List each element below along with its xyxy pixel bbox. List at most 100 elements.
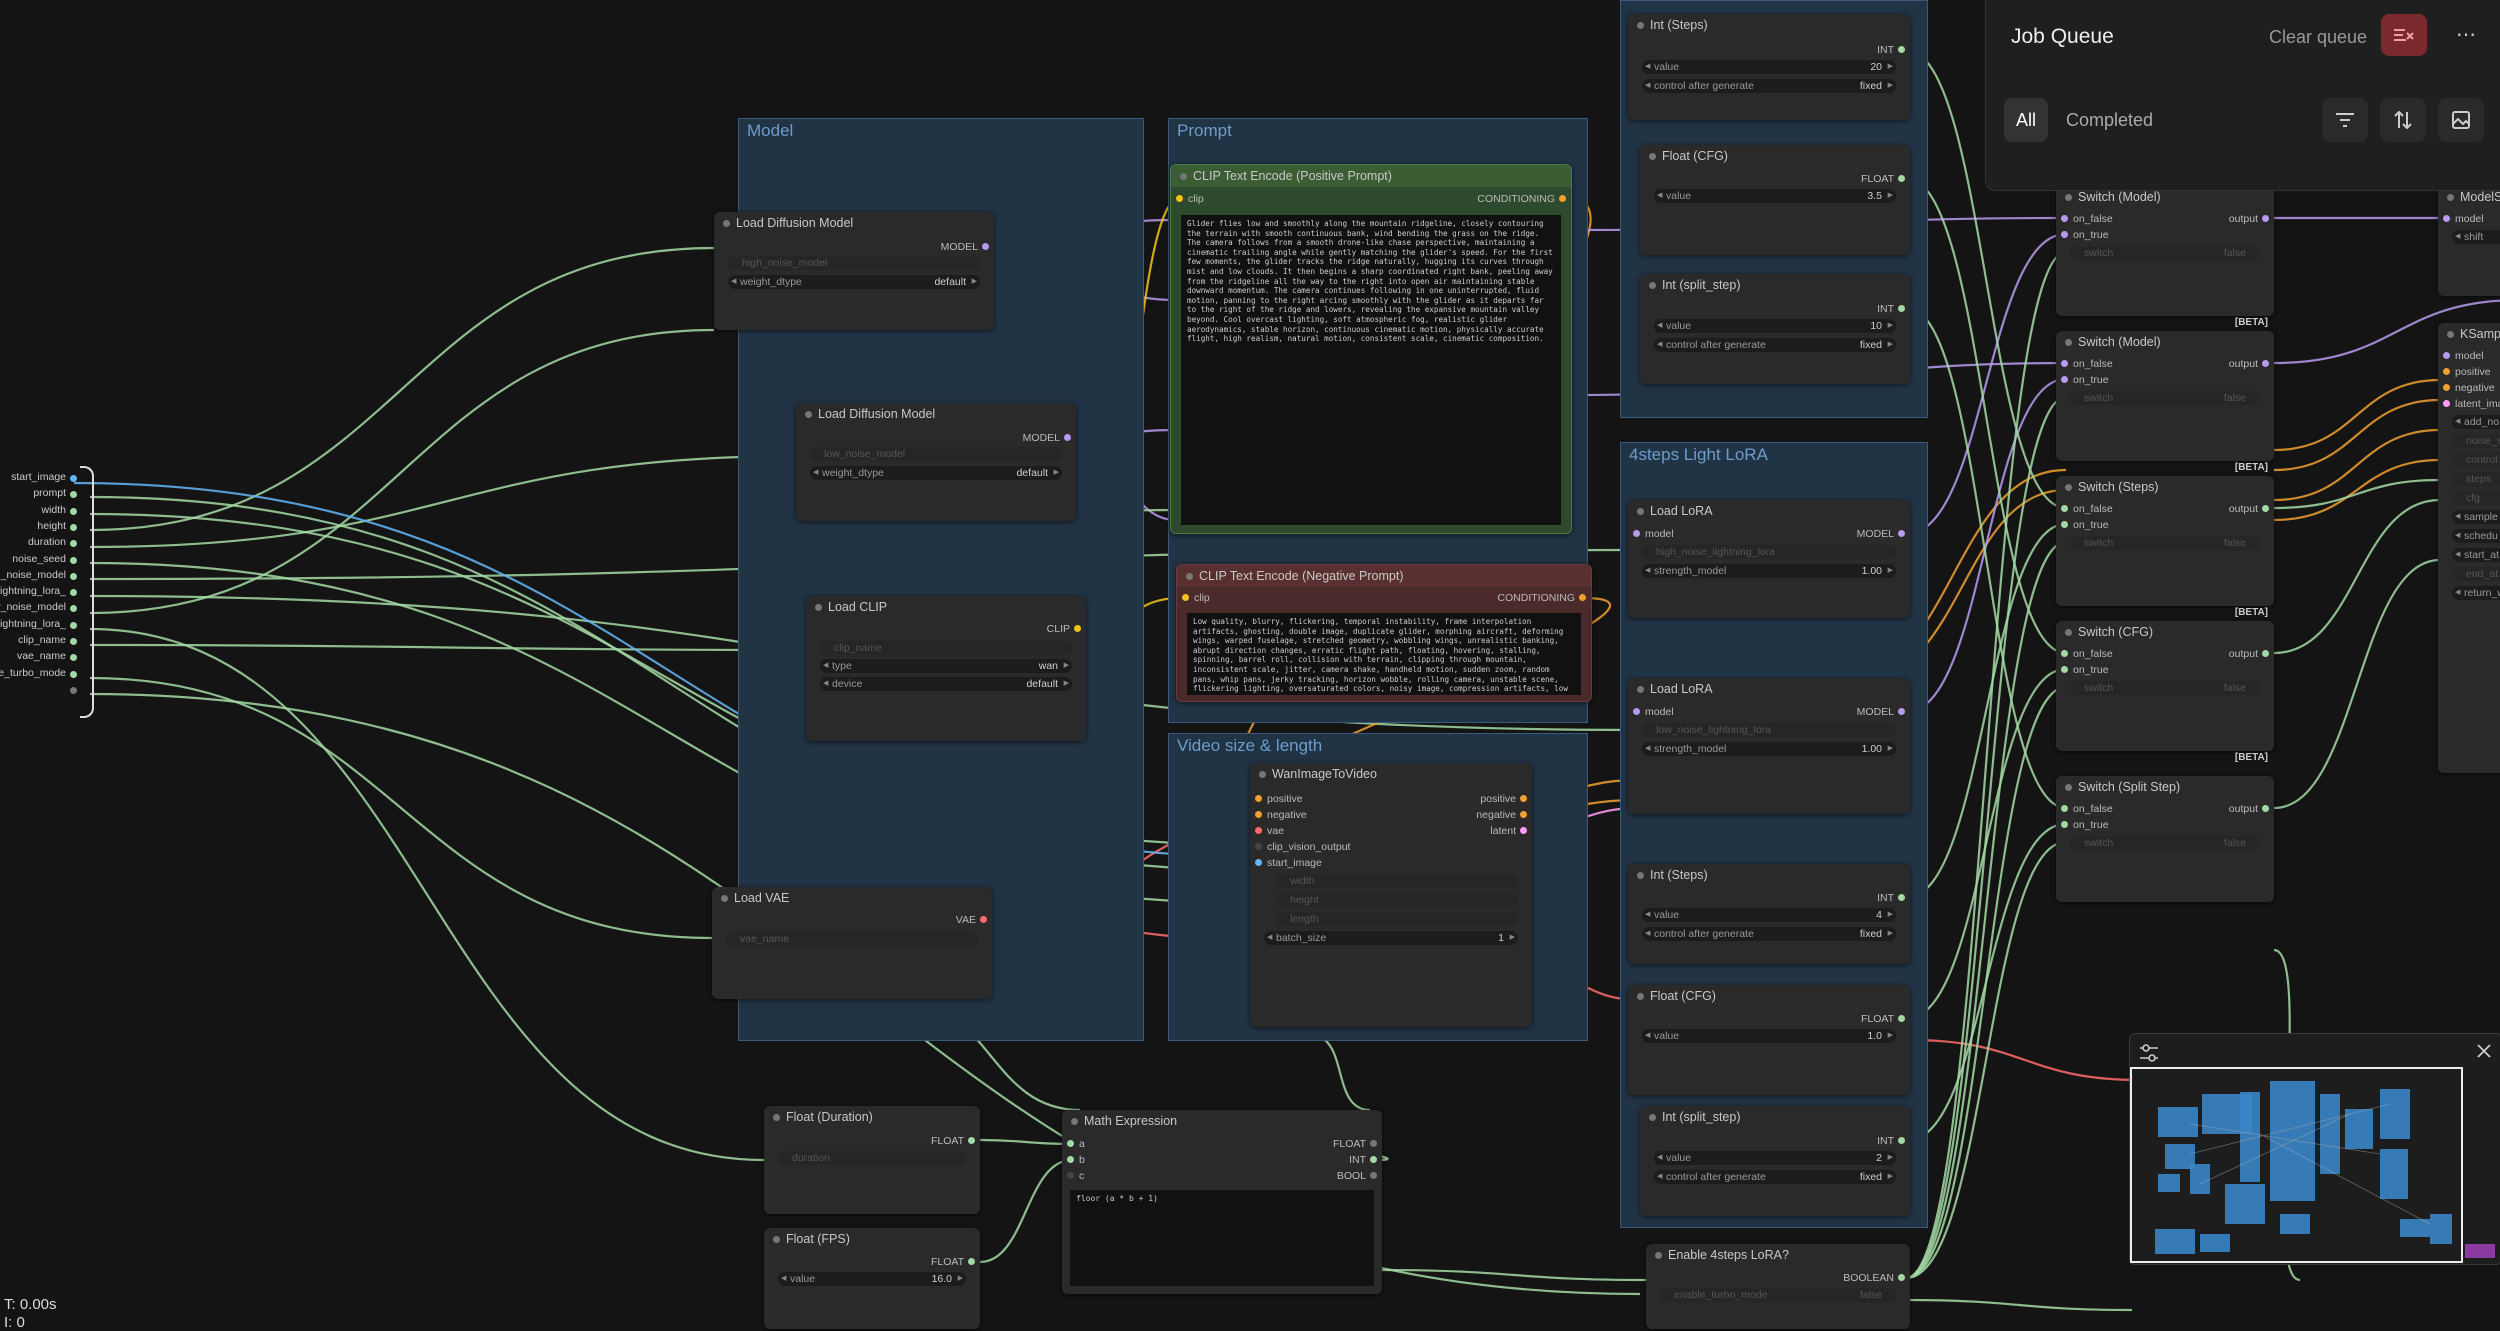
node-clip-text-negative[interactable]: CLIP Text Encode (Negative Prompt) clip … xyxy=(1176,564,1592,702)
output-float[interactable]: FLOAT xyxy=(931,1134,975,1148)
port-dot[interactable] xyxy=(2443,384,2450,391)
ksampler-widget-control[interactable]: control xyxy=(2452,453,2500,467)
switch-widget[interactable]: switch false xyxy=(2070,836,2260,850)
node-math-expression[interactable]: Math Expression a b c FLOAT INT BOOL flo… xyxy=(1062,1110,1382,1294)
unet-name-widget[interactable]: low_noise_model xyxy=(810,447,1062,461)
positive-prompt-textarea[interactable]: Glider flies low and smoothly along the … xyxy=(1181,215,1561,525)
steps-value-widget[interactable]: value 20 xyxy=(1642,60,1896,74)
port-dot[interactable] xyxy=(1370,1140,1377,1147)
port-dot[interactable] xyxy=(1898,1015,1905,1022)
output-float[interactable]: FLOAT xyxy=(1861,172,1905,186)
output[interactable]: output xyxy=(2229,647,2269,661)
workflow-input-dot[interactable] xyxy=(70,475,77,482)
split-value-widget[interactable]: value 10 xyxy=(1654,319,1896,333)
batch-size-widget[interactable]: batch_size 1 xyxy=(1264,931,1518,945)
node-float-cfg-high[interactable]: Float (CFG) FLOAT value 3.5 xyxy=(1640,145,1910,255)
job-queue-panel[interactable]: Job Queue Clear queue ⋯ All Completed xyxy=(1985,0,2500,191)
input-on-true[interactable]: on_true xyxy=(2061,663,2109,677)
port-dot[interactable] xyxy=(2443,352,2450,359)
output-negative[interactable]: negative xyxy=(1476,808,1527,822)
shift-widget[interactable]: shift xyxy=(2452,230,2500,244)
node-int-split-high[interactable]: Int (split_step) INT value 10 control aft… xyxy=(1640,274,1910,384)
node-switch-cfg[interactable]: Switch (CFG) on_false on_true output swi… xyxy=(2056,621,2274,763)
port-dot[interactable] xyxy=(1633,530,1640,537)
output-model[interactable]: MODEL xyxy=(941,240,989,254)
vae-name-widget[interactable]: vae_name xyxy=(726,932,978,946)
length-widget[interactable]: length xyxy=(1276,912,1518,926)
input-b[interactable]: b xyxy=(1067,1153,1085,1167)
node-load-diffusion-low[interactable]: Load Diffusion Model MODEL low_noise_mod… xyxy=(796,403,1076,521)
input-on-false[interactable]: on_false xyxy=(2061,357,2113,371)
port-dot[interactable] xyxy=(1898,708,1905,715)
strength-model-widget[interactable]: strength_model 1.00 xyxy=(1642,564,1896,578)
port-dot[interactable] xyxy=(1370,1156,1377,1163)
input-model[interactable]: model xyxy=(1633,527,1674,541)
input-model[interactable]: model xyxy=(1633,705,1674,719)
cfg-value-widget[interactable]: value 3.5 xyxy=(1654,189,1896,203)
node-clip-text-positive[interactable]: CLIP Text Encode (Positive Prompt) clip … xyxy=(1170,164,1572,534)
output-positive[interactable]: positive xyxy=(1480,792,1527,806)
port-dot[interactable] xyxy=(2262,805,2269,812)
port-dot[interactable] xyxy=(2443,215,2450,222)
input-clip-vision-output[interactable]: clip_vision_output xyxy=(1255,840,1350,854)
node-float-cfg-turbo[interactable]: Float (CFG) FLOAT value 1.0 xyxy=(1628,985,1910,1095)
control-after-generate-widget[interactable]: control after generate fixed xyxy=(1642,927,1896,941)
port-dot[interactable] xyxy=(982,243,989,250)
port-dot[interactable] xyxy=(1633,708,1640,715)
node-float-fps[interactable]: Float (FPS) FLOAT value 16.0 xyxy=(764,1228,980,1329)
port-dot[interactable] xyxy=(2061,215,2068,222)
workflow-input-add-dot[interactable] xyxy=(70,686,77,694)
port-dot[interactable] xyxy=(2061,805,2068,812)
port-dot[interactable] xyxy=(2262,505,2269,512)
port-dot[interactable] xyxy=(2061,231,2068,238)
output[interactable]: output xyxy=(2229,357,2269,371)
input-clip[interactable]: clip xyxy=(1176,192,1204,206)
node-load-diffusion-high[interactable]: Load Diffusion Model MODEL high_noise_mo… xyxy=(714,212,994,330)
weight-dtype-widget[interactable]: weight_dtype default xyxy=(728,275,980,289)
unet-name-widget[interactable]: high_noise_model xyxy=(728,256,980,270)
output-bool[interactable]: BOOL xyxy=(1337,1169,1377,1183)
output[interactable]: output xyxy=(2229,502,2269,516)
port-dot[interactable] xyxy=(980,916,987,923)
lora-name-widget[interactable]: high_noise_lightning_lora xyxy=(1642,545,1896,559)
control-after-generate-widget[interactable]: control after generate fixed xyxy=(1654,338,1896,352)
control-after-generate-widget[interactable]: control after generate fixed xyxy=(1642,79,1896,93)
port-dot[interactable] xyxy=(2061,360,2068,367)
input-positive[interactable]: positive xyxy=(1255,792,1303,806)
port-dot[interactable] xyxy=(1898,894,1905,901)
port-dot[interactable] xyxy=(1898,530,1905,537)
output-float[interactable]: FLOAT xyxy=(1333,1137,1377,1151)
more-button[interactable]: ⋯ xyxy=(2451,20,2481,50)
node-int-steps-high[interactable]: Int (Steps) INT value 20 control after ge… xyxy=(1628,14,1910,120)
port-dot[interactable] xyxy=(1182,594,1189,601)
node-switch-split-step[interactable]: Switch (Split Step) on_false on_true out… xyxy=(2056,776,2274,902)
port-dot[interactable] xyxy=(1255,811,1262,818)
input-on-true[interactable]: on_true xyxy=(2061,818,2109,832)
output-int[interactable]: INT xyxy=(1877,891,1905,905)
ksampler-widget-sample[interactable]: sample xyxy=(2452,510,2500,524)
ksampler-widget-add_no[interactable]: add_no xyxy=(2452,415,2500,429)
output-conditioning[interactable]: CONDITIONING xyxy=(1497,591,1586,605)
sort-button[interactable] xyxy=(2380,98,2426,142)
output-model[interactable]: MODEL xyxy=(1857,527,1905,541)
port-dot[interactable] xyxy=(1898,1274,1905,1281)
node-wan-image-to-video[interactable]: WanImageToVideo positive negative vae cl… xyxy=(1250,763,1532,1027)
port-dot[interactable] xyxy=(1067,1172,1074,1179)
split-value-widget[interactable]: value 2 xyxy=(1654,1151,1896,1165)
ksampler-widget-start_at[interactable]: start_at xyxy=(2452,548,2500,562)
output-int[interactable]: INT xyxy=(1349,1153,1377,1167)
input-on-false[interactable]: on_false xyxy=(2061,647,2113,661)
ksampler-widget-schedu[interactable]: schedu xyxy=(2452,529,2500,543)
output[interactable]: output xyxy=(2229,212,2269,226)
port-dot[interactable] xyxy=(1067,1156,1074,1163)
width-widget[interactable]: width xyxy=(1276,874,1518,888)
port-dot[interactable] xyxy=(1255,843,1262,850)
node-load-vae[interactable]: Load VAE VAE vae_name xyxy=(712,887,992,999)
node-ksampler[interactable]: KSampl model positive negative latent_imaad… xyxy=(2438,323,2500,773)
output-latent[interactable]: latent xyxy=(1490,824,1527,838)
clip-name-widget[interactable]: clip_name xyxy=(820,641,1072,655)
node-load-clip[interactable]: Load CLIP CLIP clip_name typewan deviced… xyxy=(806,596,1086,741)
output-conditioning[interactable]: CONDITIONING xyxy=(1477,192,1566,206)
input-on-false[interactable]: on_false xyxy=(2061,502,2113,516)
output-model[interactable]: MODEL xyxy=(1857,705,1905,719)
